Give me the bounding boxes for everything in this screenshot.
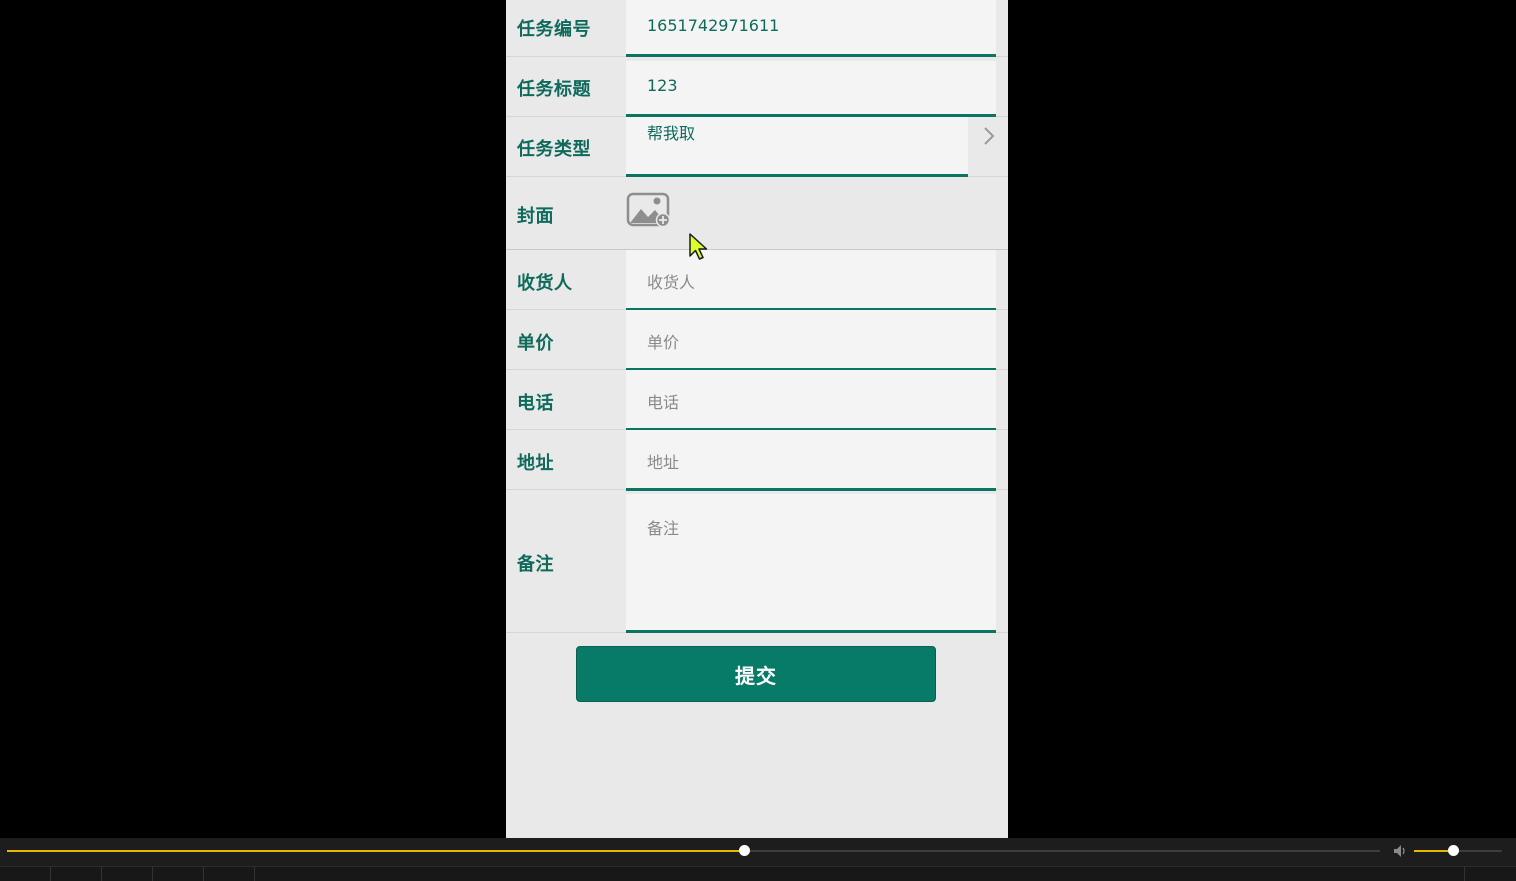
form-row-cover: 封面 [506,177,1008,250]
seek-bar[interactable] [7,845,1380,856]
phone-input[interactable]: 电话 [626,370,996,431]
receiver-label: 收货人 [517,273,573,294]
task-type-label: 任务类型 [517,139,591,160]
form-row-phone: 电话 电话 [506,370,1008,431]
address-input[interactable]: 地址 [626,430,996,491]
task-id-input[interactable]: 1651742971611 [626,0,996,57]
volume-slider-fill [1414,850,1453,852]
remark-placeholder: 备注 [647,519,680,538]
form-row-task-type[interactable]: 任务类型 帮我取 [506,117,1008,177]
cover-label: 封面 [517,206,554,227]
task-type-value: 帮我取 [647,124,696,143]
mouse-cursor-icon [688,232,708,266]
receiver-placeholder: 收货人 [647,273,696,292]
form-row-task-id: 任务编号 1651742971611 [506,0,1008,57]
form-row-address: 地址 地址 [506,430,1008,491]
image-upload-icon[interactable] [626,191,672,233]
remark-label: 备注 [517,554,554,575]
player-bottom-segment [102,867,153,881]
seek-bar-knob[interactable] [739,845,751,856]
phone-label: 电话 [517,393,554,414]
unit-price-placeholder: 单价 [647,333,680,352]
unit-price-label: 单价 [517,333,554,354]
player-controls [0,838,1516,881]
form-row-task-title: 任务标题 123 [506,57,1008,117]
seek-bar-progress [7,850,745,852]
task-id-value: 1651742971611 [647,16,780,35]
phone-placeholder: 电话 [647,393,680,412]
player-bottom-segment [0,867,51,881]
player-bottom-bar [0,866,1516,881]
task-type-select[interactable]: 帮我取 [626,117,968,177]
submit-button[interactable]: 提交 [576,646,936,702]
task-id-label: 任务编号 [517,19,591,40]
volume-slider-knob[interactable] [1447,845,1459,856]
player-bottom-segment [153,867,204,881]
form-row-remark: 备注 备注 [506,490,1008,633]
task-title-label: 任务标题 [517,79,591,100]
remark-textarea[interactable]: 备注 [626,494,996,633]
address-placeholder: 地址 [647,453,680,472]
player-bottom-segment [1464,867,1465,881]
player-bottom-segment [204,867,255,881]
volume-icon[interactable] [1392,843,1408,863]
receiver-input[interactable]: 收货人 [626,250,996,311]
form-row-unit-price: 单价 单价 [506,310,1008,371]
volume-slider[interactable] [1414,845,1502,856]
player-bottom-segment [51,867,102,881]
form-row-receiver: 收货人 收货人 [506,250,1008,311]
task-title-input[interactable]: 123 [626,61,996,117]
task-title-value: 123 [647,76,678,95]
mobile-form-screen: 任务编号 1651742971611 任务标题 123 任务类型 帮我取 封面 [506,0,1008,838]
chevron-right-icon[interactable] [982,125,996,151]
address-label: 地址 [517,453,554,474]
unit-price-input[interactable]: 单价 [626,310,996,371]
